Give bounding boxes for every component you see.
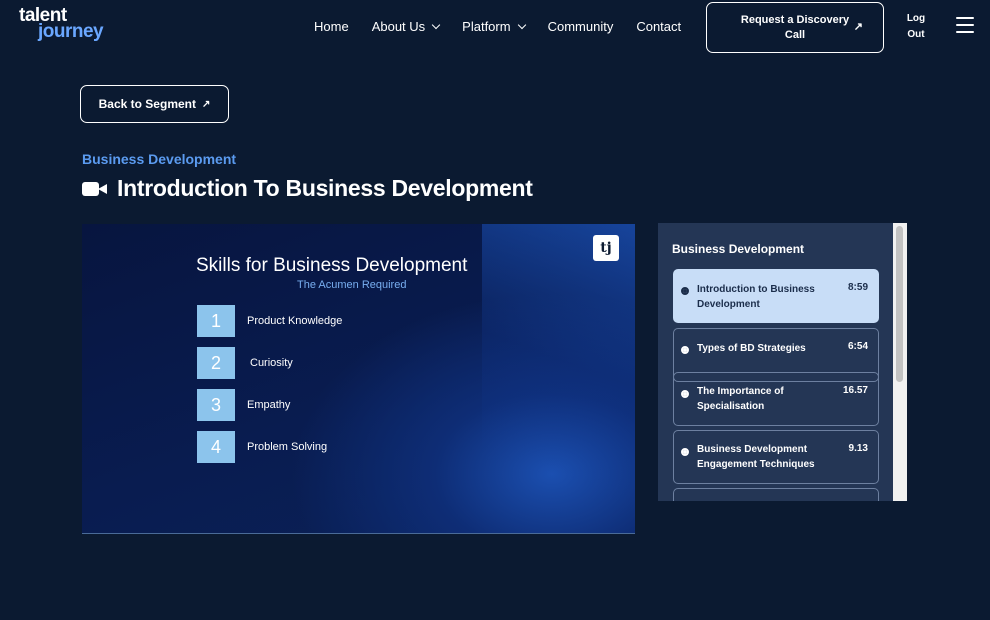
cta-label: Request a Discovery Call [740,13,850,41]
nav-community-label: Community [547,19,614,34]
lesson-duration: 16.57 [842,385,868,396]
lesson-item-active[interactable]: Introduction to Business Development 8:5… [673,269,879,323]
lesson-duration: 9.13 [848,443,868,454]
logout-label-line2: Out [907,29,925,40]
lesson-name: Introduction to Business Development [697,284,815,310]
lesson-duration: 6:54 [847,341,868,352]
back-to-segment-button[interactable]: Back to Segment ↗ [80,85,229,123]
skill-number: 1 [197,305,235,337]
skill-label: Curiosity [250,357,293,369]
skill-item: 1 Product Knowledge [197,305,342,337]
talent-journey-logo[interactable]: talent journey [19,6,104,42]
skill-label: Empathy [247,399,291,411]
lesson-duration: 8:59 [847,282,868,293]
playlist-title: Business Development [672,242,805,256]
nav-contact[interactable]: Contact [636,19,681,34]
radio-dot-icon [681,448,689,456]
skill-label: Problem Solving [247,441,328,453]
lesson-item[interactable]: Business Development Engagement Techniqu… [673,430,879,484]
skill-item: 2 Curiosity [197,347,293,379]
nav-contact-label: Contact [636,19,682,34]
nav-home[interactable]: Home [314,19,349,34]
lesson-name: The Importance of Specialisation [697,386,784,412]
nav-platform-label: Platform [462,19,511,34]
skill-item: 3 Empathy [197,389,290,421]
playlist-scrollbar[interactable] [893,223,907,501]
logout-label-line1: Log [906,13,926,24]
lesson-category: Business Development [82,151,237,167]
logout-button[interactable]: Log Out [904,11,928,43]
scrollbar-thumb[interactable] [896,226,903,382]
main-nav: Home About Us Platform Community Contact [314,19,704,34]
request-discovery-call-button[interactable]: Request a Discovery Call ↗ [706,2,884,53]
skill-number: 4 [197,431,235,463]
video-progress-line[interactable] [82,533,635,534]
skill-item: 4 Problem Solving [197,431,327,463]
nav-about-us-label: About Us [371,19,426,34]
lesson-item[interactable]: The Importance of Specialisation 16.57 [673,372,879,426]
nav-community[interactable]: Community [548,19,614,34]
radio-dot-icon [681,287,689,295]
nav-about-us[interactable]: About Us [371,19,441,34]
slide-title: Skills for Business Development [196,255,468,276]
lesson-title-row: Introduction To Business Development [82,175,533,202]
back-to-segment-label: Back to Segment [98,97,196,111]
slide-subtitle: The Acumen Required [297,279,407,291]
nav-home-label: Home [314,19,349,34]
video-camera-icon [82,181,108,196]
arrow-up-right-icon: ↗ [201,98,211,110]
chevron-down-icon [517,20,526,29]
arrow-up-right-icon: ↗ [853,21,863,33]
lesson-playlist[interactable]: Business Development Introduction to Bus… [658,223,893,501]
lesson-name: Business Development Engagement Techniqu… [697,444,815,470]
radio-dot-icon [681,390,689,398]
hamburger-menu-icon[interactable] [956,17,974,33]
logo-word-journey: journey [38,21,104,42]
chevron-down-icon [431,20,441,29]
lesson-item[interactable] [673,488,879,501]
skill-number: 2 [197,347,235,379]
lesson-name: Types of BD Strategies [697,343,806,354]
skill-label: Product Knowledge [247,315,343,327]
nav-platform[interactable]: Platform [462,19,526,34]
page-title: Introduction To Business Development [117,175,533,201]
skill-number: 3 [197,389,235,421]
radio-dot-icon [681,346,689,354]
tj-badge-icon: tj [593,235,619,261]
